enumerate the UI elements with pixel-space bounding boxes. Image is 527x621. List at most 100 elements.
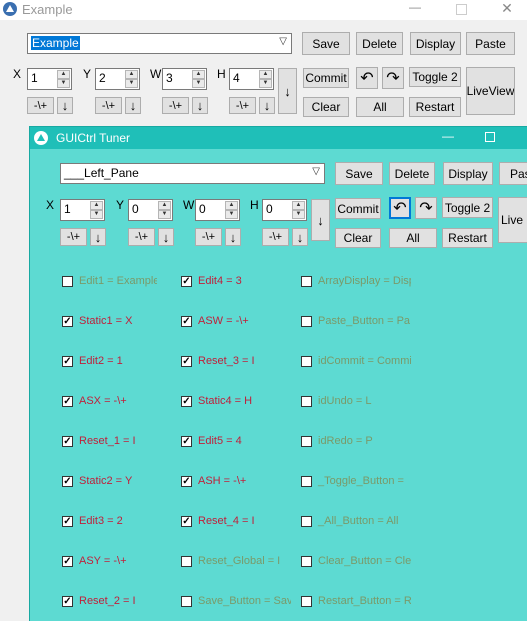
undo-icon[interactable]: ↶: [356, 67, 378, 89]
checkbox-item[interactable]: _Toggle_Button =: [301, 475, 411, 487]
tuner-x-reset-arrow-button[interactable]: ↓: [90, 228, 106, 246]
tuner-liveview-button[interactable]: Live: [498, 197, 527, 243]
tuner-y-adjust-button[interactable]: -\+: [128, 228, 155, 246]
checkmark-icon[interactable]: ✓: [62, 555, 73, 567]
checkmark-icon[interactable]: ✓: [181, 275, 192, 287]
checkbox-item[interactable]: ✓ Edit5 = 4: [181, 435, 291, 447]
clear-button[interactable]: Clear: [303, 97, 349, 117]
checkbox-item[interactable]: ✓ Static4 = H: [181, 395, 291, 407]
w-spinner[interactable]: ▲ ▼: [192, 70, 205, 88]
checkbox-item[interactable]: ✓ Edit4 = 3: [181, 275, 291, 287]
checkbox-item[interactable]: ✓ Reset_3 = I: [181, 355, 291, 367]
tuner-x-input[interactable]: 1 ▲ ▼: [60, 199, 105, 221]
checkbox-icon[interactable]: [301, 395, 312, 407]
x-reset-arrow-button[interactable]: ↓: [57, 97, 73, 114]
checkbox-item[interactable]: ArrayDisplay = Disp: [301, 275, 411, 287]
checkbox-item[interactable]: Paste_Button = Pa: [301, 315, 411, 327]
checkbox-item[interactable]: Edit1 = Example: [62, 275, 157, 287]
w-input[interactable]: 3 ▲ ▼: [162, 68, 207, 90]
tuner-y-spinner[interactable]: ▲ ▼: [158, 201, 171, 219]
checkbox-icon[interactable]: [301, 315, 312, 327]
checkbox-item[interactable]: ✓ ASW = -\+: [181, 315, 291, 327]
checkbox-item[interactable]: ✓ ASX = -\+: [62, 395, 157, 407]
checkbox-item[interactable]: ✓ Edit2 = 1: [62, 355, 157, 367]
checkbox-item[interactable]: ✓ Reset_4 = I: [181, 515, 291, 527]
w-reset-arrow-button[interactable]: ↓: [192, 97, 208, 114]
tuner-delete-button[interactable]: Delete: [389, 162, 435, 185]
tuner-w-reset-arrow-button[interactable]: ↓: [225, 228, 241, 246]
liveview-button[interactable]: LiveView: [466, 67, 515, 115]
checkbox-item[interactable]: Restart_Button = R: [301, 595, 411, 607]
checkmark-icon[interactable]: ✓: [62, 435, 73, 447]
tuner-minimize-button[interactable]: —: [438, 129, 458, 143]
tuner-down-arrow-tall-button[interactable]: ↓: [311, 199, 330, 241]
checkmark-icon[interactable]: ✓: [181, 475, 192, 487]
checkbox-item[interactable]: ✓ Reset_2 = I: [62, 595, 157, 607]
tuner-w-spinner[interactable]: ▲ ▼: [225, 201, 238, 219]
commit-button[interactable]: Commit: [303, 68, 349, 88]
checkbox-item[interactable]: ✓ Static1 = X: [62, 315, 157, 327]
checkbox-item[interactable]: idUndo = L: [301, 395, 411, 407]
checkbox-item[interactable]: ✓ Edit3 = 2: [62, 515, 157, 527]
checkmark-icon[interactable]: ✓: [62, 475, 73, 487]
checkbox-icon[interactable]: [301, 435, 312, 447]
checkbox-icon[interactable]: [301, 595, 312, 607]
restart-button[interactable]: Restart: [409, 97, 461, 117]
checkbox-icon[interactable]: [301, 515, 312, 527]
checkbox-icon[interactable]: [301, 475, 312, 487]
tuner-x-adjust-button[interactable]: -\+: [60, 228, 87, 246]
y-input[interactable]: 2 ▲ ▼: [95, 68, 140, 90]
x-input[interactable]: 1 ▲ ▼: [27, 68, 72, 90]
checkbox-icon[interactable]: [301, 275, 312, 287]
tuner-display-button[interactable]: Display: [443, 162, 493, 185]
tuner-restart-button[interactable]: Restart: [442, 228, 493, 248]
checkmark-icon[interactable]: ✓: [181, 315, 192, 327]
h-spinner[interactable]: ▲ ▼: [259, 70, 272, 88]
save-button[interactable]: Save: [302, 32, 350, 55]
checkbox-item[interactable]: idCommit = Commit: [301, 355, 411, 367]
all-button[interactable]: All: [356, 97, 404, 117]
tuner-preset-combo[interactable]: ___Left_Pane ▽: [60, 163, 325, 184]
checkbox-icon[interactable]: [181, 555, 192, 567]
checkbox-item[interactable]: ✓ Reset_1 = I: [62, 435, 157, 447]
tuner-w-adjust-button[interactable]: -\+: [195, 228, 222, 246]
maximize-button[interactable]: [446, 0, 476, 18]
checkbox-item[interactable]: Save_Button = Sav: [181, 595, 291, 607]
checkbox-item[interactable]: _All_Button = All: [301, 515, 411, 527]
redo-icon[interactable]: ↷: [382, 67, 404, 89]
checkbox-icon[interactable]: [301, 355, 312, 367]
toggle-button[interactable]: Toggle 2: [409, 67, 461, 87]
checkmark-icon[interactable]: ✓: [62, 595, 73, 607]
h-adjust-button[interactable]: -\+: [229, 97, 256, 114]
y-reset-arrow-button[interactable]: ↓: [125, 97, 141, 114]
tuner-y-input[interactable]: 0 ▲ ▼: [128, 199, 173, 221]
tuner-w-input[interactable]: 0 ▲ ▼: [195, 199, 240, 221]
tuner-clear-button[interactable]: Clear: [335, 228, 381, 248]
down-arrow-tall-button[interactable]: ↓: [278, 68, 297, 114]
tuner-x-spinner[interactable]: ▲ ▼: [90, 201, 103, 219]
checkmark-icon[interactable]: ✓: [62, 355, 73, 367]
checkmark-icon[interactable]: ✓: [62, 515, 73, 527]
w-adjust-button[interactable]: -\+: [162, 97, 189, 114]
checkmark-icon[interactable]: ✓: [181, 395, 192, 407]
checkbox-item[interactable]: Reset_Global = I: [181, 555, 291, 567]
close-button[interactable]: ✕: [492, 0, 522, 18]
checkbox-icon[interactable]: [62, 275, 73, 287]
minimize-button[interactable]: —: [400, 0, 430, 18]
tuner-toggle-button[interactable]: Toggle 2: [442, 197, 493, 218]
checkbox-item[interactable]: idRedo = P: [301, 435, 411, 447]
checkbox-item[interactable]: ✓ ASH = -\+: [181, 475, 291, 487]
checkmark-icon[interactable]: ✓: [181, 515, 192, 527]
x-adjust-button[interactable]: -\+: [27, 97, 54, 114]
checkmark-icon[interactable]: ✓: [62, 395, 73, 407]
tuner-maximize-button[interactable]: [485, 132, 495, 142]
checkmark-icon[interactable]: ✓: [181, 435, 192, 447]
checkmark-icon[interactable]: ✓: [62, 315, 73, 327]
h-reset-arrow-button[interactable]: ↓: [259, 97, 275, 114]
tuner-y-reset-arrow-button[interactable]: ↓: [158, 228, 174, 246]
checkbox-item[interactable]: Clear_Button = Cle: [301, 555, 411, 567]
y-spinner[interactable]: ▲ ▼: [125, 70, 138, 88]
delete-button[interactable]: Delete: [356, 32, 403, 55]
checkbox-icon[interactable]: [181, 595, 192, 607]
tuner-h-reset-arrow-button[interactable]: ↓: [292, 228, 308, 246]
